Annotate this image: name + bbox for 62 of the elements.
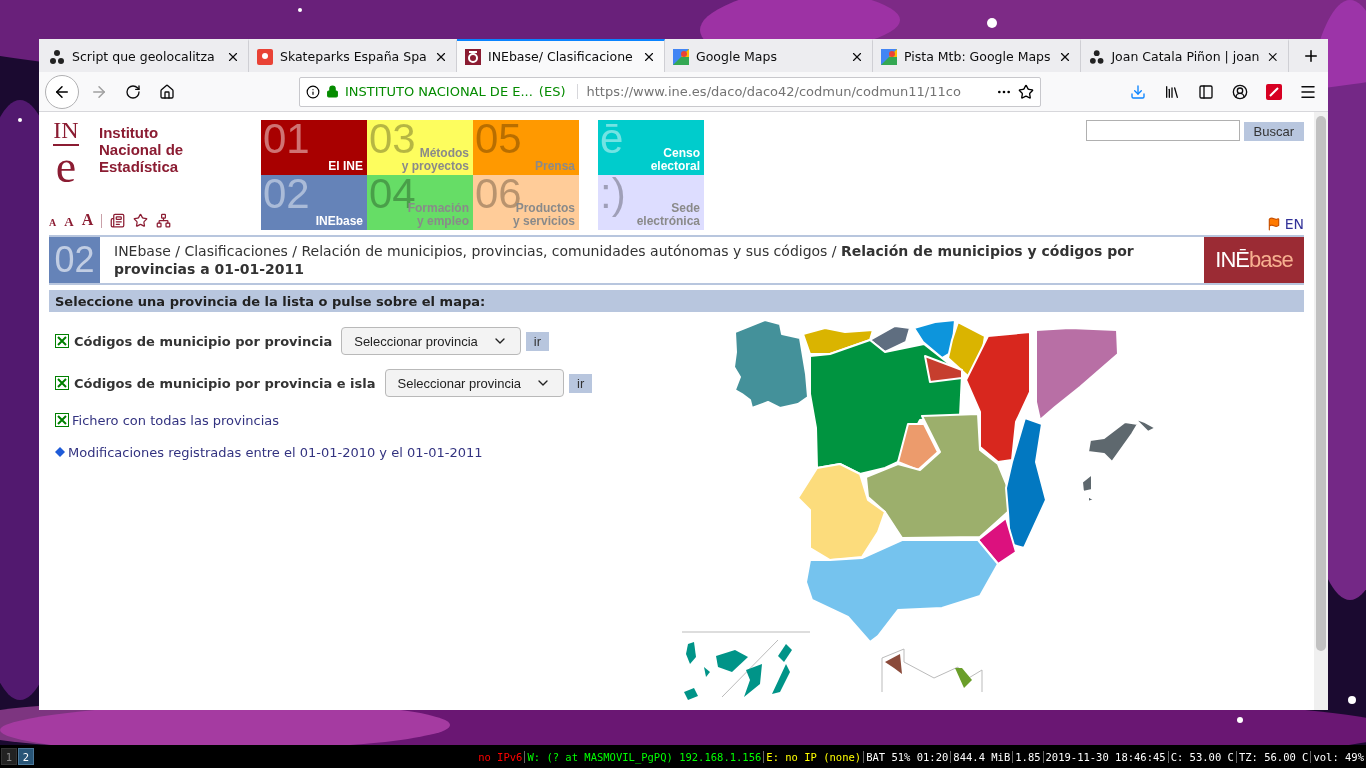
- e-logo-icon: [465, 48, 481, 65]
- info-icon[interactable]: [306, 84, 320, 99]
- flag-icon: [1266, 217, 1281, 231]
- spreadsheet-icon: [55, 334, 69, 348]
- extension-icon[interactable]: [1266, 83, 1282, 100]
- download-label: Códigos de municipio por provincia e isla: [74, 375, 376, 391]
- map-icon: [881, 48, 897, 65]
- breadcrumb: INEbase / Clasificaciones / Relación de municipios, provincias, comunidades autónomas y sus códigos / Relación de municipios y códigos por provincias a 01-01-2011: [113, 242, 1135, 278]
- font-size-button[interactable]: A: [81, 212, 94, 228]
- status-item: E: no IP (none): [763, 750, 864, 763]
- status-item: W: (? at MASMOVIL_PgPQ) 192.168.1.156: [524, 750, 764, 763]
- status-item: BAT 51% 01:20: [863, 750, 951, 763]
- map-icon: [673, 48, 689, 65]
- instruction-bar: Seleccione una provincia de la lista o pulse sobre el mapa:: [49, 290, 1304, 312]
- browser-tab[interactable]: INEbase/ Clasificacione: [457, 39, 665, 72]
- status-item: 2019-11-30 18:46:45: [1042, 750, 1168, 763]
- font-size-button[interactable]: A: [64, 215, 74, 228]
- sitemap-icon[interactable]: [156, 213, 172, 228]
- workspace-button[interactable]: 1: [1, 748, 17, 765]
- search-field[interactable]: [1085, 120, 1240, 141]
- download-label: Códigos de municipio por provincia: [74, 333, 333, 349]
- status-item: TZ: 56.00 C: [1235, 750, 1311, 763]
- province-select[interactable]: Seleccionar provincia: [341, 327, 521, 355]
- reload-icon[interactable]: [125, 83, 141, 100]
- go-button[interactable]: ir: [525, 331, 549, 351]
- status-item: 1.85: [1012, 750, 1043, 763]
- dots-icon: [49, 48, 65, 65]
- go-button[interactable]: ir: [569, 373, 593, 393]
- dots-icon: [1089, 48, 1105, 65]
- font-size-button[interactable]: A: [49, 218, 57, 228]
- sidebar-icon[interactable]: [1198, 83, 1214, 100]
- search-button[interactable]: Buscar: [1243, 122, 1304, 141]
- back-button[interactable]: [45, 74, 79, 109]
- map-pin-icon: [257, 48, 273, 65]
- nav-tile[interactable]: 01 El INE: [261, 120, 367, 175]
- logo-name: Instituto Nacional de Estadística: [99, 123, 184, 177]
- news-icon[interactable]: [110, 213, 126, 228]
- nav-tile[interactable]: 02 INEbase: [261, 175, 367, 230]
- spreadsheet-icon: [55, 413, 69, 427]
- status-item: 844.4 MiB: [950, 750, 1013, 763]
- status-item: C: 53.00 C: [1167, 750, 1236, 763]
- status-item: vol: 49%: [1310, 750, 1366, 763]
- star-icon[interactable]: [133, 213, 149, 228]
- logo-mark: IN e: [52, 120, 80, 187]
- product-logo: INĒbase: [1204, 237, 1304, 283]
- download-icon[interactable]: [1130, 83, 1146, 100]
- bullet-icon: [55, 447, 65, 457]
- status-item: no IPv6: [477, 750, 524, 763]
- download-link[interactable]: Fichero con todas las provincias: [72, 412, 280, 428]
- language-link[interactable]: EN: [1266, 216, 1304, 232]
- workspace-button[interactable]: 2: [18, 748, 34, 765]
- spreadsheet-icon: [55, 376, 69, 390]
- library-icon[interactable]: [1164, 83, 1180, 100]
- account-icon[interactable]: [1232, 83, 1248, 100]
- address-bar[interactable]: INSTITUTO NACIONAL DE E... (ES) https://www.ine.es/daco/daco42/codmun/codmun11/11co: [299, 76, 1041, 107]
- scrollbar[interactable]: [1314, 112, 1328, 710]
- section-number: 02: [49, 237, 100, 283]
- bookmark-star-icon[interactable]: [1018, 83, 1034, 100]
- home-icon[interactable]: [159, 83, 175, 100]
- modifications-link[interactable]: Modificaciones registradas entre el 01-01-2010 y el 01-01-2011: [68, 444, 483, 460]
- lock-icon: [326, 85, 339, 98]
- province-select[interactable]: Seleccionar provincia: [384, 369, 565, 397]
